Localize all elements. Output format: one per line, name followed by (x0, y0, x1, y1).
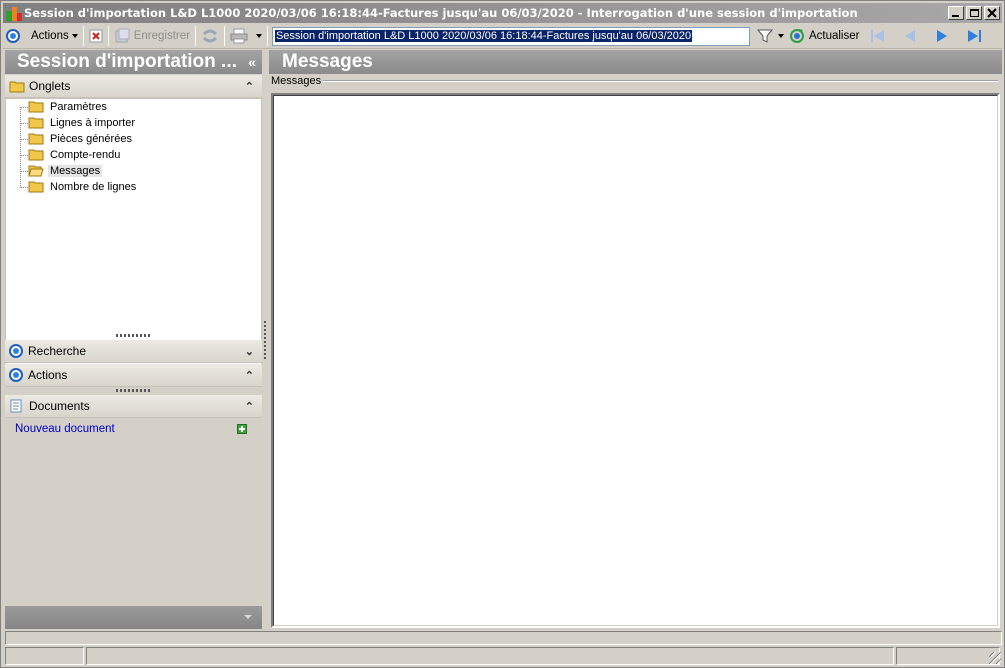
folder-icon (28, 117, 44, 129)
messages-content-area[interactable] (271, 93, 1000, 628)
section-onglets[interactable]: Onglets ⌃ (5, 75, 262, 98)
status-cell (5, 647, 84, 665)
title-bar[interactable]: Session d'importation L&D L1000 2020/03/… (3, 3, 1002, 23)
previous-icon (905, 30, 916, 42)
print-button[interactable] (227, 25, 265, 47)
tree-item-messages[interactable]: Messages (28, 163, 103, 179)
section-actions[interactable]: Actions ⌃ (5, 364, 262, 387)
delete-button[interactable] (86, 25, 106, 47)
next-icon (937, 30, 948, 42)
folder-icon (28, 149, 44, 161)
filter-button[interactable] (754, 25, 776, 47)
last-icon (968, 30, 982, 42)
collapse-up-icon[interactable]: ⌃ (245, 400, 254, 413)
tree-item-lignes[interactable]: Lignes à importer (28, 115, 137, 131)
nav-last-button[interactable] (958, 25, 990, 47)
actions-circle-icon (9, 368, 23, 382)
window-title: Session d'importation L&D L1000 2020/03/… (24, 6, 858, 20)
add-document-icon[interactable] (237, 424, 247, 434)
resize-grip[interactable] (116, 334, 152, 337)
folder-icon (28, 101, 44, 113)
document-icon (10, 399, 22, 413)
collapse-up-icon[interactable]: ⌃ (245, 369, 254, 382)
sync-icon (202, 29, 218, 43)
collapse-up-icon[interactable]: ⌃ (245, 80, 254, 93)
page-title: Messages (269, 50, 1002, 74)
close-icon (987, 8, 997, 18)
refresh-icon (789, 29, 804, 43)
left-panel-footer[interactable] (5, 606, 262, 629)
chevron-down-icon[interactable] (244, 615, 252, 619)
first-icon (871, 30, 885, 42)
left-panel-title: Session d'importation ... « (5, 50, 262, 74)
main-window: Session d'importation L&D L1000 2020/03/… (0, 0, 1005, 668)
horizontal-bar (5, 631, 1002, 645)
filter-icon (756, 29, 773, 43)
folder-icon (28, 133, 44, 145)
section-documents[interactable]: Documents ⌃ (5, 395, 262, 418)
tree-item-compte-rendu[interactable]: Compte-rendu (28, 147, 122, 163)
minimize-button[interactable] (948, 6, 964, 20)
folder-icon (28, 181, 44, 193)
tree-item-pieces[interactable]: Pièces générées (28, 131, 134, 147)
app-icon (6, 5, 22, 21)
toolbar: Actions Enregistrer Session d'importatio… (3, 24, 1002, 49)
messages-group-label: Messages (271, 75, 322, 87)
status-cell (86, 647, 894, 665)
tree-item-nombre[interactable]: Nombre de lignes (28, 179, 138, 195)
save-icon (115, 28, 130, 43)
session-input[interactable]: Session d'importation L&D L1000 2020/03/… (271, 26, 750, 46)
actions-menu-button[interactable]: Actions (23, 25, 81, 47)
tree-item-parametres[interactable]: Paramètres (28, 99, 109, 115)
maximize-button[interactable] (966, 6, 982, 20)
new-document-link[interactable]: Nouveau document (15, 423, 115, 435)
filter-dropdown-button[interactable] (776, 25, 786, 47)
folder-icon (9, 81, 25, 93)
printer-icon (230, 28, 248, 44)
nav-next-button[interactable] (926, 25, 958, 47)
expand-down-icon[interactable]: ⌄ (245, 345, 254, 358)
nav-prev-button[interactable] (894, 25, 926, 47)
status-bar (5, 647, 1002, 665)
actions-circle-icon[interactable] (3, 25, 23, 47)
left-panel: Session d'importation ... « Onglets ⌃ Pa… (5, 50, 262, 629)
sync-button[interactable] (198, 25, 222, 47)
close-button[interactable] (984, 6, 1000, 20)
window-resize-grip[interactable] (989, 652, 1001, 664)
panel-splitter[interactable] (264, 321, 266, 359)
refresh-button[interactable]: Actualiser (786, 25, 863, 47)
delete-icon (89, 29, 103, 43)
folder-open-icon (28, 165, 44, 177)
search-circle-icon (9, 344, 23, 358)
collapse-panel-icon[interactable]: « (248, 50, 256, 74)
status-cell (896, 647, 1000, 665)
section-recherche[interactable]: Recherche ⌄ (5, 340, 262, 363)
save-button[interactable]: Enregistrer (111, 25, 193, 47)
resize-grip[interactable] (116, 389, 152, 392)
tabs-tree: Paramètres Lignes à importer Pièces géné… (5, 98, 262, 381)
nav-first-button[interactable] (862, 25, 894, 47)
